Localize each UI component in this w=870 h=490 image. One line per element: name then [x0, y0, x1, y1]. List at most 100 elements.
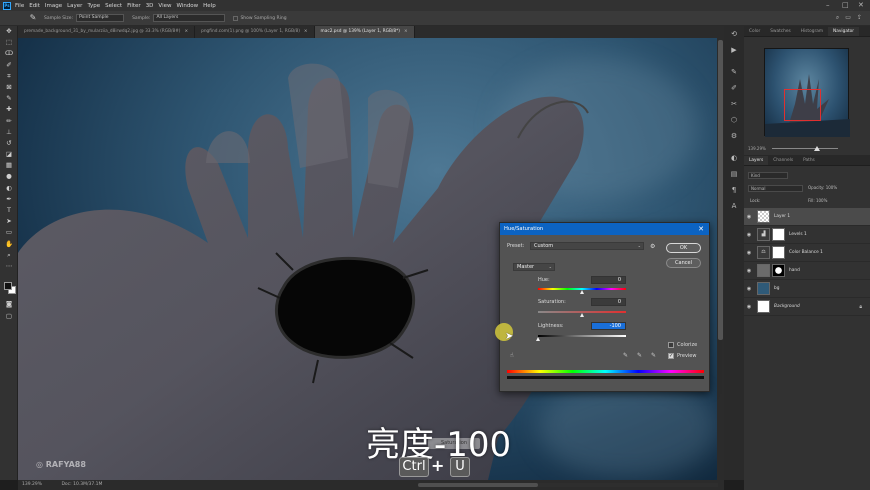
hue-input[interactable]: 0	[591, 276, 626, 284]
sample-size-select[interactable]: Point Sample	[76, 14, 125, 22]
doc-size-readout[interactable]: Doc: 10.3M/37.1M	[61, 482, 102, 487]
clone-source-icon[interactable]: ✂	[724, 96, 744, 112]
document-tab-1[interactable]: premade_background_31_by_mularziia_d8irw…	[18, 26, 196, 38]
menu-filter[interactable]: Filter	[127, 3, 141, 9]
navigator-zoom-slider[interactable]	[772, 146, 838, 151]
libraries-icon[interactable]: ▤	[724, 166, 744, 182]
eyedropper-icon[interactable]: ✎	[623, 352, 628, 359]
zoom-tool-icon[interactable]: ⌕	[0, 250, 18, 261]
minimize-button[interactable]: –	[826, 1, 830, 9]
quick-select-tool-icon[interactable]: ✐	[0, 60, 18, 71]
horizontal-scroll-thumb[interactable]	[418, 483, 538, 487]
more-tools-icon[interactable]: ⋯	[0, 261, 18, 272]
menu-3d[interactable]: 3D	[146, 3, 154, 9]
type-tool-icon[interactable]: T	[0, 205, 18, 216]
move-tool-icon[interactable]: ✥	[0, 26, 18, 37]
tab-navigator[interactable]: Navigator	[828, 27, 860, 36]
colorize-checkbox[interactable]	[668, 342, 674, 348]
sample-select[interactable]: All Layers	[153, 14, 226, 22]
history-icon[interactable]: ⟲	[724, 26, 744, 42]
crop-tool-icon[interactable]: ⌗	[0, 71, 18, 82]
layer-row-levels-1[interactable]: ◉ ▟ Levels 1	[744, 226, 870, 244]
marquee-tool-icon[interactable]: ⬚	[0, 37, 18, 48]
lightness-slider[interactable]	[538, 335, 626, 337]
close-icon[interactable]: ×	[404, 29, 408, 34]
menu-layer[interactable]: Layer	[67, 3, 82, 9]
menu-image[interactable]: Image	[45, 3, 62, 9]
layer-filter-select[interactable]: Kind	[748, 172, 788, 179]
eyedropper-tool-icon[interactable]: ✎	[0, 93, 18, 104]
menu-window[interactable]: Window	[176, 3, 198, 9]
workspace-icon[interactable]: ▭	[845, 14, 851, 22]
cancel-button[interactable]: Cancel	[666, 258, 701, 268]
tab-channels[interactable]: Channels	[768, 156, 798, 165]
tab-color[interactable]: Color	[744, 27, 765, 36]
maximize-button[interactable]: □	[842, 1, 849, 9]
menu-edit[interactable]: Edit	[29, 3, 40, 9]
preview-checkbox[interactable]: ✓	[668, 353, 674, 359]
document-tab-2[interactable]: pngfind.com(1).png @ 100% (Layer 1, RGB/…	[195, 26, 315, 38]
zoom-readout[interactable]: 139.29%	[22, 482, 42, 487]
vertical-scrollbar[interactable]	[717, 38, 724, 480]
saturation-input[interactable]: 0	[591, 298, 626, 306]
layer-row-background[interactable]: ◉ Background 🔒︎	[744, 298, 870, 316]
eyedropper-icon[interactable]: ✎	[28, 13, 38, 23]
history-brush-icon[interactable]: ↺	[0, 138, 18, 149]
character-icon[interactable]: A	[724, 198, 744, 214]
adjustments-icon[interactable]: ◐	[724, 150, 744, 166]
shape-tool-icon[interactable]: ▭	[0, 227, 18, 238]
paragraph-icon[interactable]: ¶	[724, 182, 744, 198]
lightness-slider-knob[interactable]	[535, 337, 540, 341]
blend-mode-select[interactable]: Normal	[748, 185, 803, 192]
navigator-view-box[interactable]	[784, 89, 821, 121]
hand-tool-icon[interactable]: ✋	[0, 239, 18, 250]
3d-icon[interactable]: ⬡	[724, 112, 744, 128]
horizontal-scrollbar[interactable]	[418, 483, 718, 487]
visibility-eye-icon[interactable]: ◉	[744, 232, 754, 238]
eraser-tool-icon[interactable]: ◪	[0, 149, 18, 160]
menu-type[interactable]: Type	[87, 3, 100, 9]
targeted-adjustment-hand-icon[interactable]: ☝	[510, 352, 514, 359]
brush-settings-icon[interactable]: ✎	[724, 64, 744, 80]
layer-mask-thumbnail[interactable]	[772, 228, 785, 241]
tab-histogram[interactable]: Histogram	[796, 27, 828, 36]
layer-mask-thumbnail[interactable]	[772, 246, 785, 259]
lightness-input[interactable]: -100	[591, 322, 626, 330]
visibility-eye-icon[interactable]: ◉	[744, 304, 754, 310]
screen-mode-icon[interactable]: ▢	[0, 311, 18, 322]
lasso-tool-icon[interactable]: ↀ	[0, 48, 18, 59]
vertical-scroll-thumb[interactable]	[718, 40, 723, 340]
fill-field[interactable]: Fill: 100%	[806, 198, 856, 205]
dodge-tool-icon[interactable]: ◐	[0, 183, 18, 194]
visibility-eye-icon[interactable]: ◉	[744, 214, 754, 220]
layer-row-layer-1[interactable]: ◉ Layer 1	[744, 208, 870, 226]
frame-tool-icon[interactable]: ⊠	[0, 82, 18, 93]
channel-select[interactable]: Master ⌄	[513, 263, 555, 271]
quick-mask-icon[interactable]: ◙	[0, 299, 18, 310]
eyedropper-plus-icon[interactable]: ✎	[637, 352, 642, 359]
opacity-field[interactable]: Opacity: 100%	[806, 185, 856, 192]
document-tab-3[interactable]: mac2.psd @ 139% (Layer 1, RGB/8*) ×	[314, 26, 415, 38]
menu-view[interactable]: View	[158, 3, 171, 9]
layer-row-hand[interactable]: ◉ hand	[744, 262, 870, 280]
lock-icon[interactable]: 🔒︎	[859, 304, 862, 310]
layer-row-color-balance-1[interactable]: ◉ ⚖ Color Balance 1	[744, 244, 870, 262]
menu-select[interactable]: Select	[105, 3, 122, 9]
navigator-zoom[interactable]: 139.29%	[748, 146, 766, 151]
menu-file[interactable]: File	[15, 3, 24, 9]
tab-paths[interactable]: Paths	[798, 156, 820, 165]
close-icon[interactable]: ×	[185, 29, 189, 34]
foreground-color-swatch[interactable]	[4, 282, 12, 290]
layer-row-bg[interactable]: ◉ bg	[744, 280, 870, 298]
preset-select[interactable]: Custom ⌄	[530, 242, 644, 250]
dialog-title-bar[interactable]: Hue/Saturation ✕	[500, 223, 709, 235]
navigator-preview[interactable]	[764, 48, 850, 137]
tab-layers[interactable]: Layers	[744, 156, 769, 165]
show-ring-checkbox[interactable]	[233, 15, 239, 21]
path-select-icon[interactable]: ➤	[0, 216, 18, 227]
eyedropper-minus-icon[interactable]: ✎	[651, 352, 656, 359]
visibility-eye-icon[interactable]: ◉	[744, 286, 754, 292]
visibility-eye-icon[interactable]: ◉	[744, 268, 754, 274]
tab-swatches[interactable]: Swatches	[765, 27, 796, 36]
properties-icon[interactable]: ⚙	[724, 128, 744, 144]
